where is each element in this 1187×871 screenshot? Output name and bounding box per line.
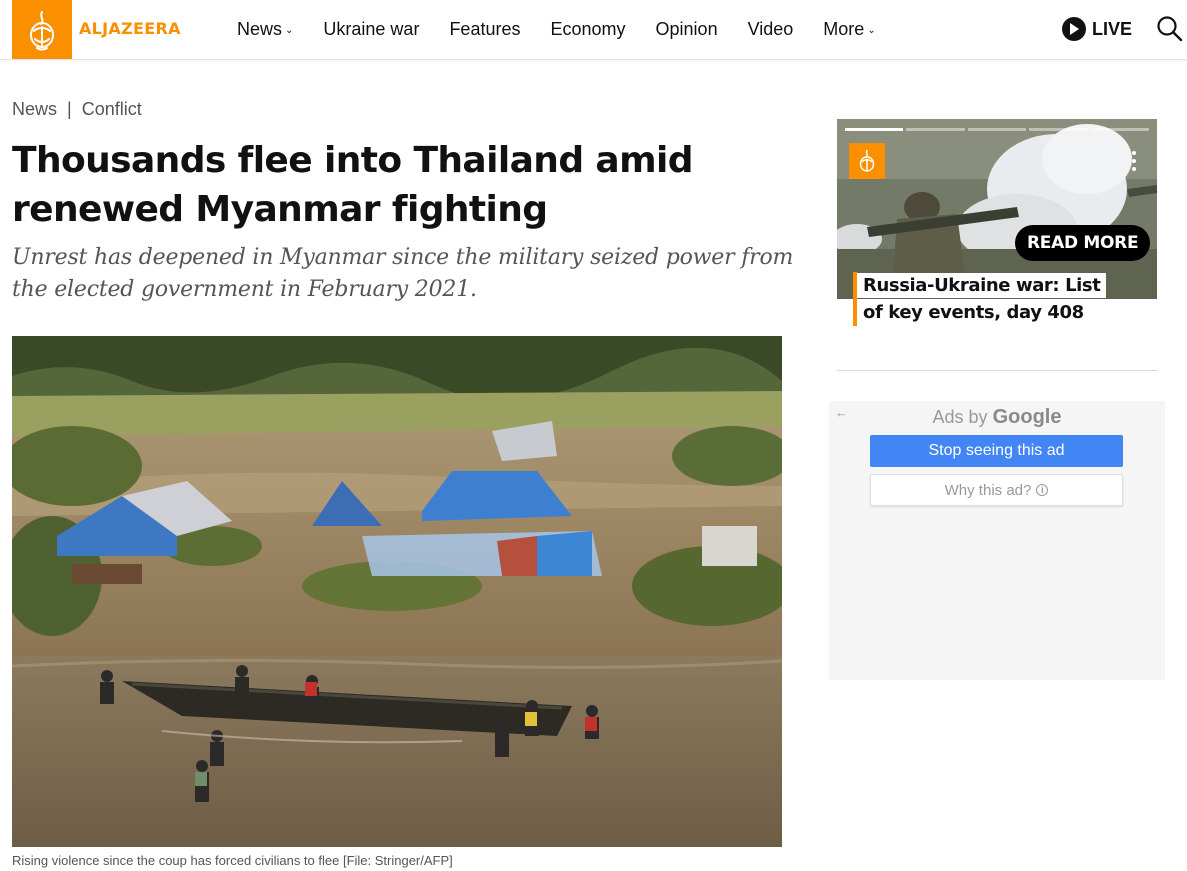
more-options-icon[interactable] [1131, 151, 1137, 171]
progress-segment [967, 128, 1027, 131]
breadcrumb-separator: | [67, 99, 72, 119]
breadcrumb-conflict[interactable]: Conflict [82, 99, 142, 120]
breadcrumb-news[interactable]: News [12, 99, 57, 120]
nav-opinion[interactable]: Opinion [656, 19, 718, 40]
progress-segment [1029, 128, 1088, 131]
nav-video[interactable]: Video [748, 19, 794, 40]
live-button[interactable]: LIVE [1062, 17, 1132, 41]
ads-by-label: Ads by [932, 407, 988, 427]
article-standfirst: Unrest has deepened in Myanmar since the… [12, 245, 794, 302]
ad-panel: ← Ads by Google Stop seeing this ad Why … [829, 401, 1165, 680]
nav-economy[interactable]: Economy [550, 19, 625, 40]
breadcrumb: News | Conflict [12, 99, 142, 120]
nav-news[interactable]: News ⌄ [237, 19, 293, 40]
nav-label: Video [747, 19, 794, 39]
hero-image[interactable] [12, 336, 782, 847]
nav-label: Economy [550, 19, 626, 39]
nav-label: Opinion [655, 19, 718, 39]
read-more-button[interactable]: READ MORE [1015, 225, 1151, 261]
video-card-title-text: Russia-Ukraine war: List of key events, … [857, 273, 1107, 325]
search-icon[interactable] [1156, 15, 1184, 43]
nav-label: Ukraine war [323, 19, 420, 39]
sidebar-divider [837, 370, 1157, 371]
chevron-down-icon: ⌄ [285, 25, 294, 36]
story-progress [845, 128, 1150, 131]
nav-more[interactable]: More ⌄ [823, 19, 875, 40]
progress-segment [845, 128, 904, 131]
progress-segment [906, 128, 965, 131]
ads-by-google: Ads by Google [829, 406, 1165, 429]
progress-segment [1090, 128, 1150, 131]
stop-seeing-ad-button[interactable]: Stop seeing this ad [870, 435, 1123, 467]
nav-label: Features [449, 19, 521, 39]
site-header: ALJAZEERA News ⌄ Ukraine war Features Eco… [0, 0, 1187, 60]
image-caption: Rising violence since the coup has force… [12, 853, 453, 868]
why-this-ad-label: Why this ad? [944, 481, 1032, 499]
video-card-title[interactable]: Russia-Ukraine war: List of key events, … [853, 272, 1113, 326]
live-label: LIVE [1092, 18, 1133, 39]
nav-features[interactable]: Features [449, 19, 520, 40]
article-headline: Thousands flee into Thailand amid renewe… [12, 140, 694, 230]
info-icon: i [1036, 484, 1049, 496]
why-this-ad-button[interactable]: Why this ad? i [870, 474, 1123, 506]
refugee-river-photo [12, 336, 782, 847]
main-nav: News ⌄ Ukraine war Features Economy Opini… [237, 0, 906, 59]
calligraphy-logo-icon [859, 149, 875, 172]
play-icon [1062, 17, 1086, 41]
aljazeera-logo[interactable] [12, 0, 72, 59]
chevron-down-icon: ⌄ [867, 25, 876, 36]
nav-label: News [237, 19, 283, 39]
calligraphy-logo-icon [30, 10, 54, 50]
aljazeera-logo-small [849, 143, 885, 179]
logo-wordmark[interactable]: ALJAZEERA [79, 19, 181, 38]
nav-ukraine-war[interactable]: Ukraine war [323, 19, 419, 40]
google-wordmark: Google [992, 406, 1062, 428]
nav-label: More [823, 19, 865, 39]
